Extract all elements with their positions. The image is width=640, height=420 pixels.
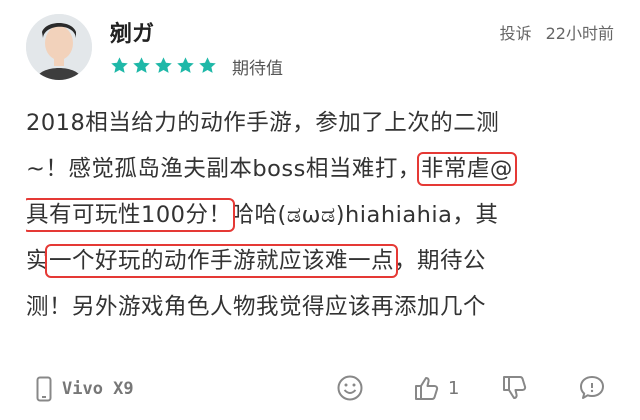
avatar-image bbox=[26, 14, 92, 80]
star-icon bbox=[111, 57, 128, 73]
star-rating bbox=[110, 56, 217, 75]
review-text-segment: 测！另外游戏角色人物我觉得应该再添加几个 bbox=[26, 294, 487, 320]
highlighted-text: 具有可玩性100分！ bbox=[26, 198, 236, 232]
rating-label: 期待值 bbox=[232, 59, 283, 79]
highlighted-text: 非常虐@ bbox=[416, 152, 517, 186]
star-icon bbox=[155, 57, 172, 73]
review-text-segment: 哈哈(ಡωಡ)hiahiahia，其 bbox=[231, 202, 499, 228]
smiley-icon bbox=[337, 375, 363, 401]
review-line: 2018相当给力的动作手游，参加了上次的二测 bbox=[26, 100, 626, 146]
like-count: 1 bbox=[448, 377, 460, 399]
device-name: Vivo X9 bbox=[62, 379, 134, 399]
phone-icon bbox=[36, 376, 52, 402]
review-line: 具有可玩性100分！哈哈(ಡωಡ)hiahiahia，其 bbox=[26, 192, 626, 238]
comment-icon bbox=[580, 376, 604, 399]
timestamp: 22小时前 bbox=[545, 24, 614, 43]
like-button[interactable]: 1 bbox=[412, 374, 459, 402]
device-info: Vivo X9 bbox=[36, 376, 134, 402]
review-line: 实一个好玩的动作手游就应该难一点，期待公 bbox=[26, 238, 626, 284]
review-text-segment: 2018相当给力的动作手游，参加了上次的二测 bbox=[26, 110, 500, 136]
username[interactable]: 剜ガ bbox=[110, 16, 154, 48]
review-text-segment: ~！感觉孤岛渔夫副本boss相当难打， bbox=[26, 156, 421, 182]
report-button[interactable]: 投诉 bbox=[500, 20, 532, 44]
review-text-segment: 实 bbox=[26, 248, 50, 274]
star-icon bbox=[177, 57, 194, 73]
highlighted-text: 一个好玩的动作手游就应该难一点 bbox=[45, 244, 399, 278]
emoji-button[interactable] bbox=[336, 374, 364, 402]
dislike-button[interactable] bbox=[500, 374, 528, 402]
thumbs-down-icon bbox=[503, 376, 527, 399]
thumbs-up-icon bbox=[415, 377, 439, 400]
comment-button[interactable] bbox=[578, 374, 606, 402]
avatar[interactable] bbox=[26, 14, 92, 80]
star-icon bbox=[199, 57, 216, 73]
review-text: 2018相当给力的动作手游，参加了上次的二测 ~！感觉孤岛渔夫副本boss相当难打… bbox=[26, 100, 626, 330]
star-icon bbox=[133, 57, 150, 73]
bottom-bar: Vivo X9 1 bbox=[0, 360, 640, 420]
text-fade bbox=[0, 320, 640, 360]
review-text-segment: ，期待公 bbox=[394, 248, 487, 274]
review-line: ~！感觉孤岛渔夫副本boss相当难打，非常虐@ bbox=[26, 146, 626, 192]
header-actions: 投诉 22小时前 bbox=[500, 20, 614, 44]
